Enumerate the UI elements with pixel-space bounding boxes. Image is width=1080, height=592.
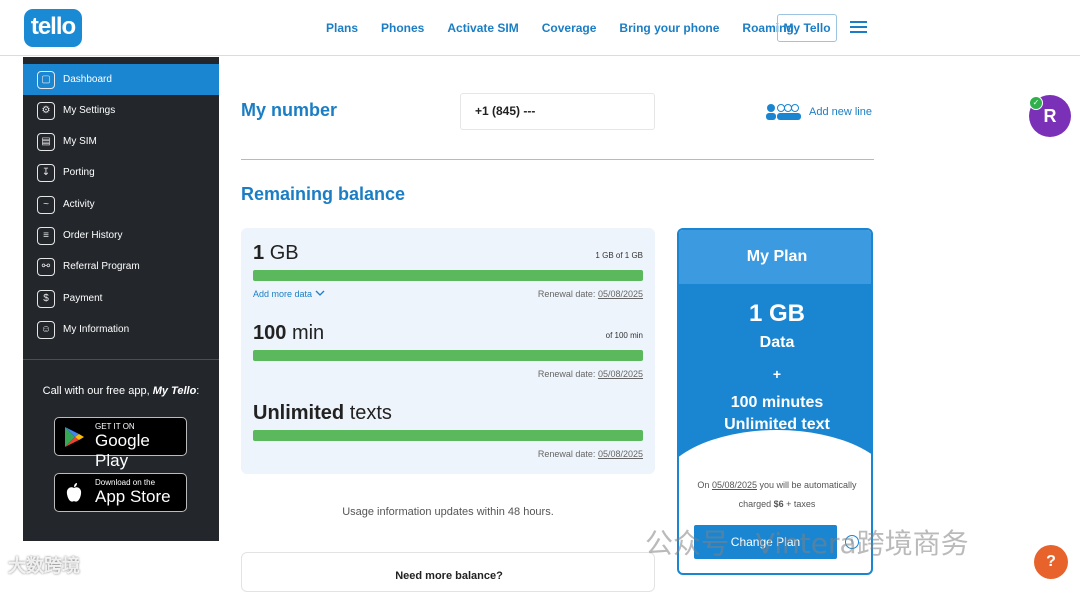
activity-icon: ~ (37, 195, 55, 214)
nav-plans[interactable]: Plans (326, 21, 358, 35)
plan-minutes: 100 minutes (730, 394, 824, 411)
app-name: My Tello (152, 385, 197, 397)
sidebar-divider (23, 359, 219, 360)
sidebar-item-dashboard[interactable]: ▢ Dashboard (23, 64, 219, 95)
sidebar-item-porting[interactable]: ↧ Porting (23, 157, 219, 188)
texts-balance: Unlimited texts Renewal date: 05/08/2025 (253, 402, 643, 459)
plan-plus: + (772, 366, 782, 382)
minutes-renewal-date: Renewal date: 05/08/2025 (537, 369, 643, 379)
texts-renewal-date: Renewal date: 05/08/2025 (537, 449, 643, 459)
porting-icon: ↧ (37, 163, 55, 182)
sidebar-item-label: My SIM (63, 136, 97, 147)
plan-data-amount: 1 GB (748, 300, 805, 327)
nav-activate-sim[interactable]: Activate SIM (447, 21, 518, 35)
sidebar-item-label: Order History (63, 230, 123, 241)
minutes-detail: of 100 min (605, 331, 643, 340)
sidebar-item-label: Payment (63, 293, 103, 304)
need-more-balance-title: Need more balance? (395, 570, 503, 582)
sidebar-item-label: Activity (63, 199, 95, 210)
minutes-amount: 100 min (253, 322, 325, 344)
plan-data-label: Data (759, 334, 795, 351)
need-more-balance-card: Need more balance? (241, 552, 655, 592)
question-icon[interactable]: ? (1034, 545, 1068, 579)
sidebar-item-my-settings[interactable]: ⚙ My Settings (23, 95, 219, 126)
account-sidebar: ▢ Dashboard ⚙ My Settings ▤ My SIM ↧ Por… (23, 57, 219, 541)
nav-bring-your-phone[interactable]: Bring your phone (619, 21, 719, 35)
main-nav: Plans Phones Activate SIM Coverage Bring… (326, 15, 817, 41)
my-plan-title: My Plan (679, 230, 871, 284)
user-icon: ☺ (37, 320, 55, 339)
texts-usage-bar (253, 430, 643, 441)
balance-card: 1 GB 1 GB of 1 GB Add more data Renewal … (241, 228, 655, 474)
watermark-left: 大数跨境 (8, 556, 80, 576)
phone-number-display: +1 (845) ‑‑‑ (460, 93, 655, 130)
data-balance: 1 GB 1 GB of 1 GB Add more data Renewal … (253, 242, 643, 299)
add-new-line-link[interactable]: Add new line (765, 100, 872, 124)
apple-icon (66, 483, 82, 502)
plan-texts: Unlimited text (724, 416, 830, 433)
data-usage-bar (253, 270, 643, 281)
sidebar-item-label: My Information (63, 324, 130, 335)
check-icon: ✓ (1029, 96, 1043, 110)
my-tello-button[interactable]: My Tello (777, 14, 837, 42)
order-history-icon: ≡ (37, 226, 55, 245)
add-line-icon (766, 104, 801, 120)
minutes-usage-bar (253, 350, 643, 361)
texts-amount: Unlimited texts (253, 402, 392, 424)
data-detail: 1 GB of 1 GB (595, 251, 643, 260)
data-renewal-date: Renewal date: 05/08/2025 (537, 289, 643, 299)
nav-phones[interactable]: Phones (381, 21, 424, 35)
app-promo-text: Call with our free app, My Tello: (42, 385, 200, 397)
add-more-data-link[interactable]: Add more data (253, 289, 325, 299)
sidebar-item-my-sim[interactable]: ▤ My SIM (23, 126, 219, 157)
watermark-right: 公众号 · Vintera跨境商务 (645, 527, 969, 560)
sim-icon: ▤ (37, 132, 55, 151)
settings-icon: ⚙ (37, 101, 55, 120)
plan-renewal-note: On 05/08/2025 you will be automatically … (697, 480, 857, 509)
chevron-down-icon (315, 290, 325, 296)
sidebar-item-activity[interactable]: ~ Activity (23, 189, 219, 220)
google-play-button[interactable]: GET IT ON Google Play (54, 417, 187, 470)
dashboard-icon: ▢ (37, 70, 55, 89)
sidebar-item-label: Porting (63, 167, 95, 178)
sidebar-item-order-history[interactable]: ≡ Order History (23, 220, 219, 251)
payment-icon: $ (37, 289, 55, 308)
data-amount: 1 GB (253, 242, 299, 264)
top-header: tello Plans Phones Activate SIM Coverage… (0, 0, 1080, 56)
remaining-balance-title: Remaining balance (241, 184, 406, 204)
google-play-icon (65, 427, 84, 447)
my-number-title: My number (241, 100, 338, 120)
sidebar-item-label: My Settings (63, 105, 116, 116)
app-store-button[interactable]: Download on the App Store (54, 473, 187, 512)
section-divider (241, 159, 874, 160)
sidebar-item-label: Referral Program (63, 261, 140, 272)
tello-logo[interactable]: tello (24, 9, 82, 47)
nav-coverage[interactable]: Coverage (542, 21, 597, 35)
referral-icon: ⚯ (37, 257, 55, 276)
sidebar-item-my-information[interactable]: ☺ My Information (23, 314, 219, 345)
sidebar-item-referral-program[interactable]: ⚯ Referral Program (23, 251, 219, 282)
minutes-balance: 100 min of 100 min Renewal date: 05/08/2… (253, 322, 643, 379)
usage-info-note: Usage information updates within 48 hour… (342, 506, 554, 518)
sidebar-item-payment[interactable]: $ Payment (23, 283, 219, 314)
hamburger-menu-icon[interactable] (850, 21, 867, 35)
sidebar-item-label: Dashboard (63, 74, 112, 85)
